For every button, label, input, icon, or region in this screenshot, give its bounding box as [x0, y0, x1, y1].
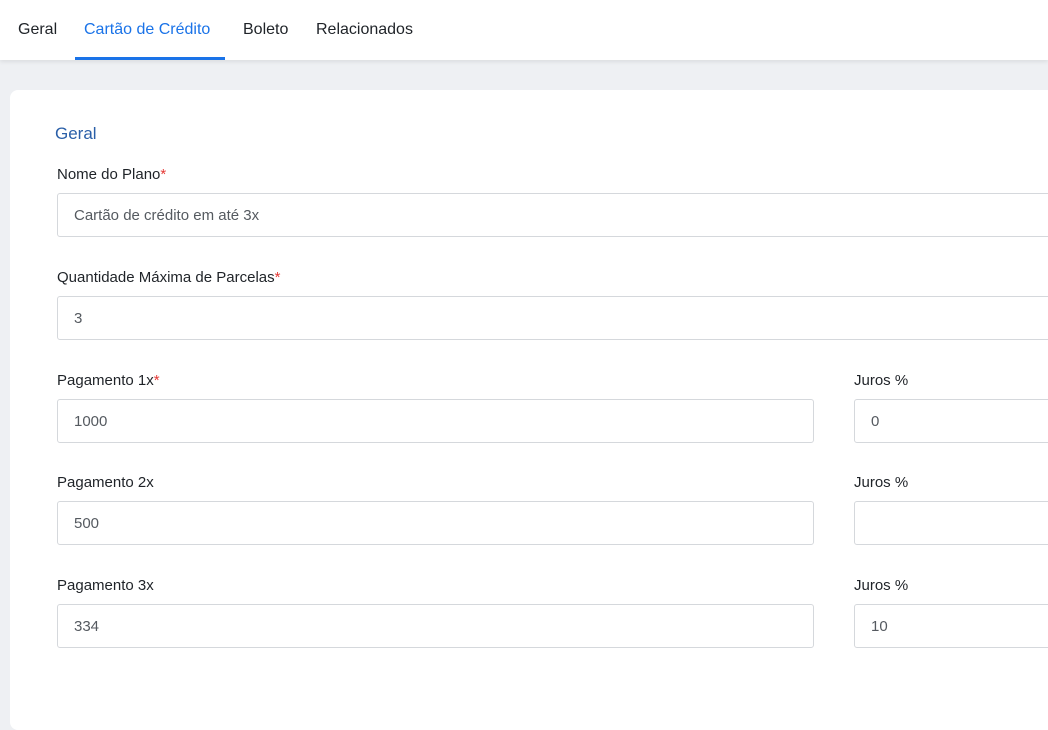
required-mark: *	[274, 269, 281, 286]
interest-1x-label: Juros %	[854, 372, 909, 389]
interest-2x-label: Juros %	[854, 474, 909, 491]
tab-geral[interactable]: Geral	[18, 0, 57, 60]
required-mark: *	[160, 166, 167, 183]
payment-1x-label-text: Pagamento 1x	[57, 372, 154, 389]
plan-name-label-text: Nome do Plano	[57, 166, 161, 183]
payment-1x-label: Pagamento 1x*	[57, 372, 160, 389]
plan-name-label: Nome do Plano*	[57, 166, 166, 183]
tab-cartao-de-credito[interactable]: Cartão de Crédito	[84, 0, 210, 60]
max-installments-label: Quantidade Máxima de Parcelas*	[57, 269, 280, 286]
tab-relacionados[interactable]: Relacionados	[316, 0, 413, 60]
max-installments-input[interactable]	[57, 296, 1048, 340]
payment-2x-input[interactable]	[57, 501, 814, 545]
interest-3x-input[interactable]	[854, 604, 1048, 648]
plan-name-input[interactable]	[57, 193, 1048, 237]
payment-1x-input[interactable]	[57, 399, 814, 443]
max-installments-label-text: Quantidade Máxima de Parcelas	[57, 269, 275, 286]
payment-3x-input[interactable]	[57, 604, 814, 648]
section-title: Geral	[55, 124, 97, 143]
payment-3x-label: Pagamento 3x	[57, 577, 154, 594]
tab-bar: Geral Cartão de Crédito Boleto Relaciona…	[0, 0, 1048, 60]
required-mark: *	[153, 372, 160, 389]
payment-2x-label: Pagamento 2x	[57, 474, 154, 491]
interest-1x-input[interactable]	[854, 399, 1048, 443]
interest-2x-input[interactable]	[854, 501, 1048, 545]
tab-boleto[interactable]: Boleto	[243, 0, 288, 60]
interest-3x-label: Juros %	[854, 577, 909, 594]
active-tab-indicator	[75, 57, 225, 60]
